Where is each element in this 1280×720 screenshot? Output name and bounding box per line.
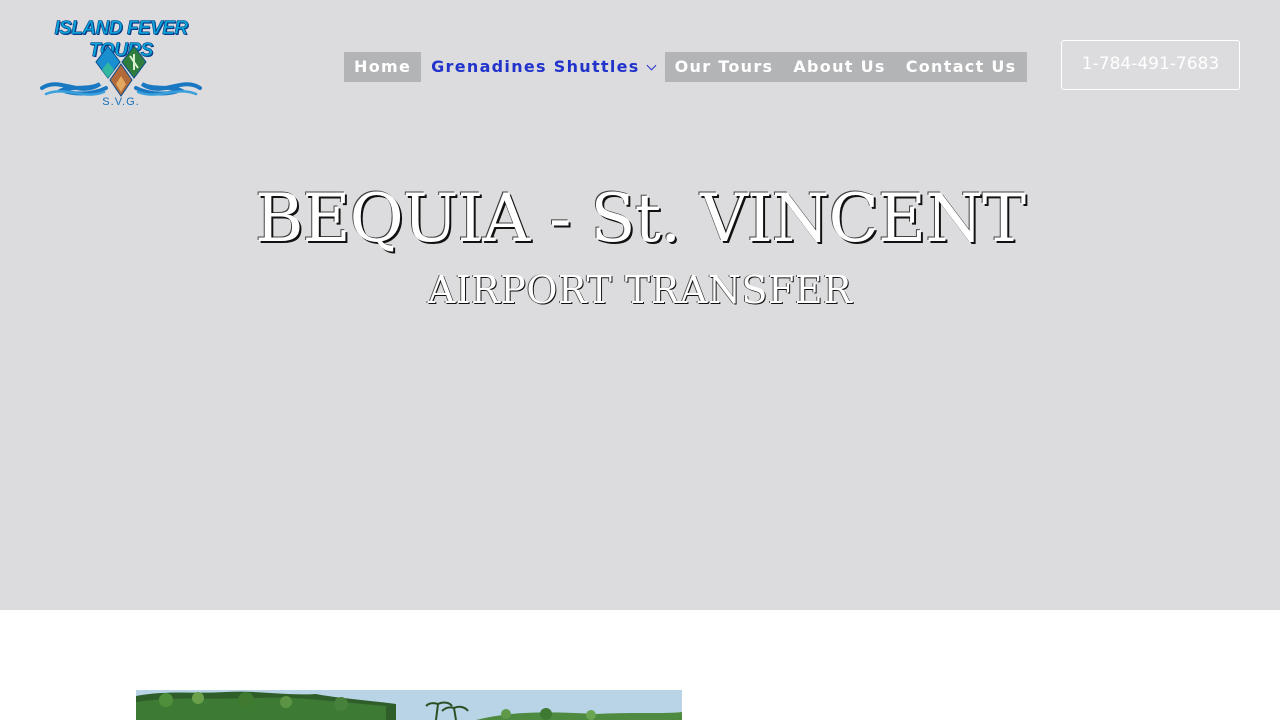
main-nav: Home Grenadines Shuttles Our Tours About…: [344, 52, 1027, 82]
nav-item-grenadines-shuttles[interactable]: Grenadines Shuttles: [421, 52, 665, 82]
logo-subtitle: S.V.G.: [102, 96, 140, 108]
nav-item-home[interactable]: Home: [344, 52, 421, 82]
hero-subtitle: AIRPORT TRANSFER: [427, 268, 853, 312]
hero-section: ISLAND FEVER TOURS S.V.G. Home Grenadine…: [0, 0, 1280, 610]
nav-item-label: Home: [354, 57, 412, 76]
hero-title: BEQUIA - St. VINCENT: [254, 180, 1026, 257]
chevron-down-icon[interactable]: [646, 60, 657, 70]
nav-item-label: About Us: [793, 57, 886, 76]
logo-emblem-icon: [40, 45, 202, 97]
nav-item-label: Grenadines Shuttles: [431, 57, 640, 76]
landscape-illustration: [136, 690, 682, 720]
phone-button[interactable]: 1-784-491-7683: [1061, 40, 1240, 90]
tropical-landscape-image: [136, 690, 682, 720]
nav-item-contact-us[interactable]: Contact Us: [896, 52, 1027, 82]
nav-item-about-us[interactable]: About Us: [783, 52, 895, 82]
site-logo[interactable]: ISLAND FEVER TOURS S.V.G.: [40, 18, 202, 112]
nav-item-label: Our Tours: [674, 57, 774, 76]
nav-item-label: Contact Us: [905, 57, 1017, 76]
nav-item-our-tours[interactable]: Our Tours: [665, 52, 784, 82]
